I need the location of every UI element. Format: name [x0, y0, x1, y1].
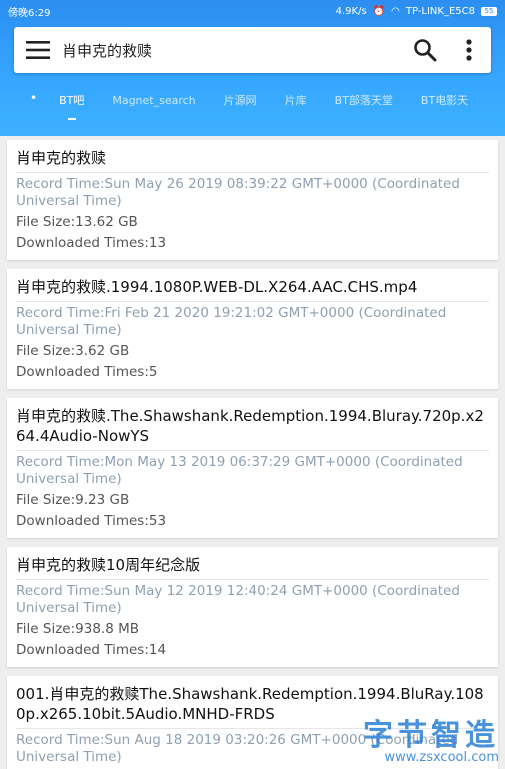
network-name: TP-LINK_E5C8: [405, 5, 475, 17]
tab-pianku[interactable]: 片库: [271, 88, 321, 128]
results-list: 肖申克的救赎 Record Time:Sun May 26 2019 08:39…: [7, 140, 498, 769]
tab-bt-buluo[interactable]: BT部落天堂: [321, 88, 407, 128]
result-card[interactable]: 肖申克的救赎 Record Time:Sun May 26 2019 08:39…: [7, 140, 498, 260]
tab-bt-dianying[interactable]: BT电影天: [407, 88, 482, 128]
source-tabs: • BT吧 Magnet_search 片源网 片库 BT部落天堂 BT电影天: [0, 88, 505, 128]
alarm-icon: ⏰: [372, 5, 386, 17]
result-file-size: File Size:938.8 MB: [16, 621, 139, 637]
result-title: 肖申克的救赎10周年纪念版: [16, 555, 489, 580]
result-record-time: Record Time:Fri Feb 21 2020 19:21:02 GMT…: [16, 305, 447, 338]
more-options-button[interactable]: [447, 27, 491, 73]
result-title: 肖申克的救赎.The.Shawshank.Redemption.1994.Blu…: [16, 406, 489, 451]
tab-magnet-search[interactable]: Magnet_search: [98, 88, 209, 128]
status-right: 4.9K/s ⏰ ◠ TP-LINK_E5C8 55: [336, 6, 497, 17]
result-record-time: Record Time:Sun May 26 2019 08:39:22 GMT…: [16, 176, 460, 209]
menu-button[interactable]: [14, 27, 62, 73]
result-download-count: Downloaded Times:14: [16, 642, 167, 658]
result-card[interactable]: 肖申克的救赎10周年纪念版 Record Time:Sun May 12 201…: [7, 547, 498, 667]
result-file-size: File Size:13.62 GB: [16, 214, 138, 230]
result-file-size: File Size:3.62 GB: [16, 343, 130, 359]
result-title: 肖申克的救赎: [16, 148, 489, 173]
status-left-text: 傍晚6:29: [8, 7, 51, 19]
result-title: 肖申克的救赎.1994.1080P.WEB-DL.X264.AAC.CHS.mp…: [16, 277, 489, 302]
tab-bt-ba[interactable]: BT吧: [45, 88, 98, 128]
search-input[interactable]: 肖申克的救赎: [62, 40, 403, 61]
active-tab-indicator: [67, 118, 76, 120]
result-download-count: Downloaded Times:13: [16, 235, 167, 251]
tab-pianyuan[interactable]: 片源网: [210, 88, 271, 128]
result-card[interactable]: 肖申克的救赎.1994.1080P.WEB-DL.X264.AAC.CHS.mp…: [7, 269, 498, 389]
result-title: 001.肖申克的救赎The.Shawshank.Redemption.1994.…: [16, 684, 489, 729]
wifi-icon: ◠: [391, 5, 400, 17]
menu-icon: [26, 41, 50, 59]
result-record-time: Record Time:Sun Aug 18 2019 03:20:26 GMT…: [16, 732, 459, 765]
search-bar[interactable]: 肖申克的救赎: [14, 27, 491, 73]
result-download-count: Downloaded Times:5: [16, 364, 158, 380]
battery-icon: 55: [481, 6, 497, 16]
search-icon: [414, 39, 437, 62]
tab-scroll-indicator: •: [30, 91, 38, 105]
result-record-time: Record Time:Sun May 12 2019 12:40:24 GMT…: [16, 583, 460, 616]
status-bar: 傍晚6:29 4.9K/s ⏰ ◠ TP-LINK_E5C8 55: [0, 0, 505, 22]
more-vert-icon: [466, 39, 472, 61]
result-record-time: Record Time:Mon May 13 2019 06:37:29 GMT…: [16, 454, 463, 487]
result-card[interactable]: 001.肖申克的救赎The.Shawshank.Redemption.1994.…: [7, 676, 498, 769]
result-download-count: Downloaded Times:53: [16, 513, 167, 529]
result-file-size: File Size:9.23 GB: [16, 492, 130, 508]
network-speed: 4.9K/s: [335, 5, 367, 17]
search-button[interactable]: [403, 27, 447, 73]
result-card[interactable]: 肖申克的救赎.The.Shawshank.Redemption.1994.Blu…: [7, 398, 498, 538]
